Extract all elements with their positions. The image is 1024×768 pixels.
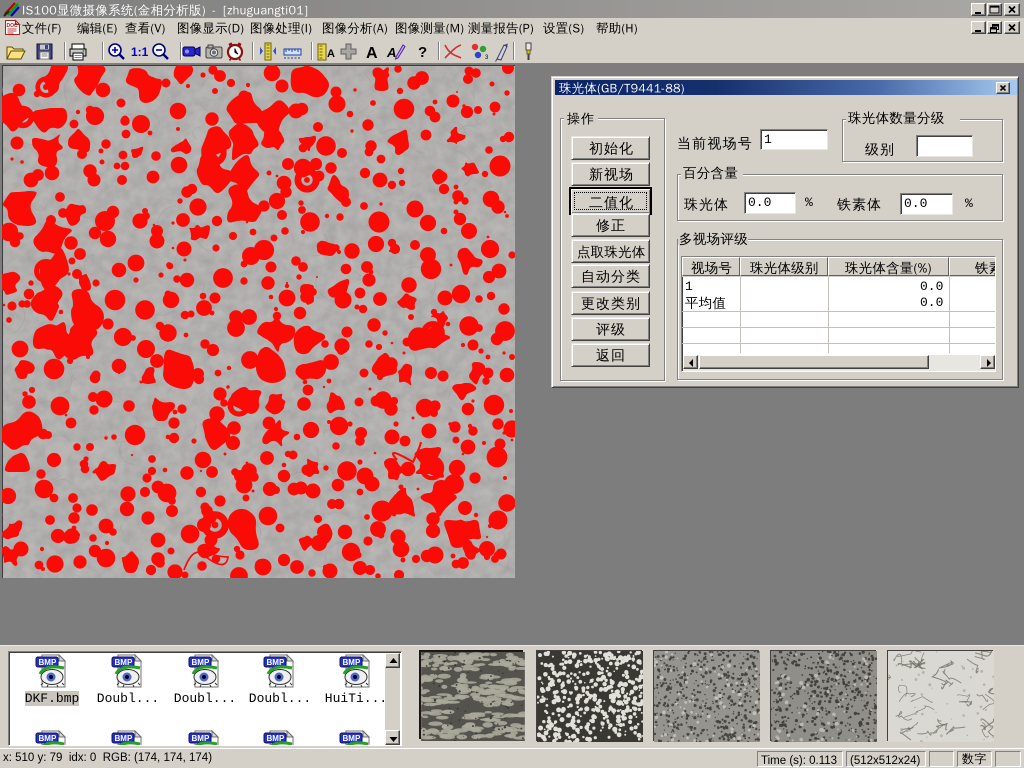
svg-text:A: A xyxy=(366,45,378,62)
svg-text:A: A xyxy=(386,45,396,60)
svg-text:1:1: 1:1 xyxy=(131,45,149,59)
svg-text:A: A xyxy=(327,48,335,60)
svg-text:DOC: DOC xyxy=(7,23,19,29)
svg-text:?: ? xyxy=(418,44,427,61)
svg-text:3: 3 xyxy=(485,55,489,61)
